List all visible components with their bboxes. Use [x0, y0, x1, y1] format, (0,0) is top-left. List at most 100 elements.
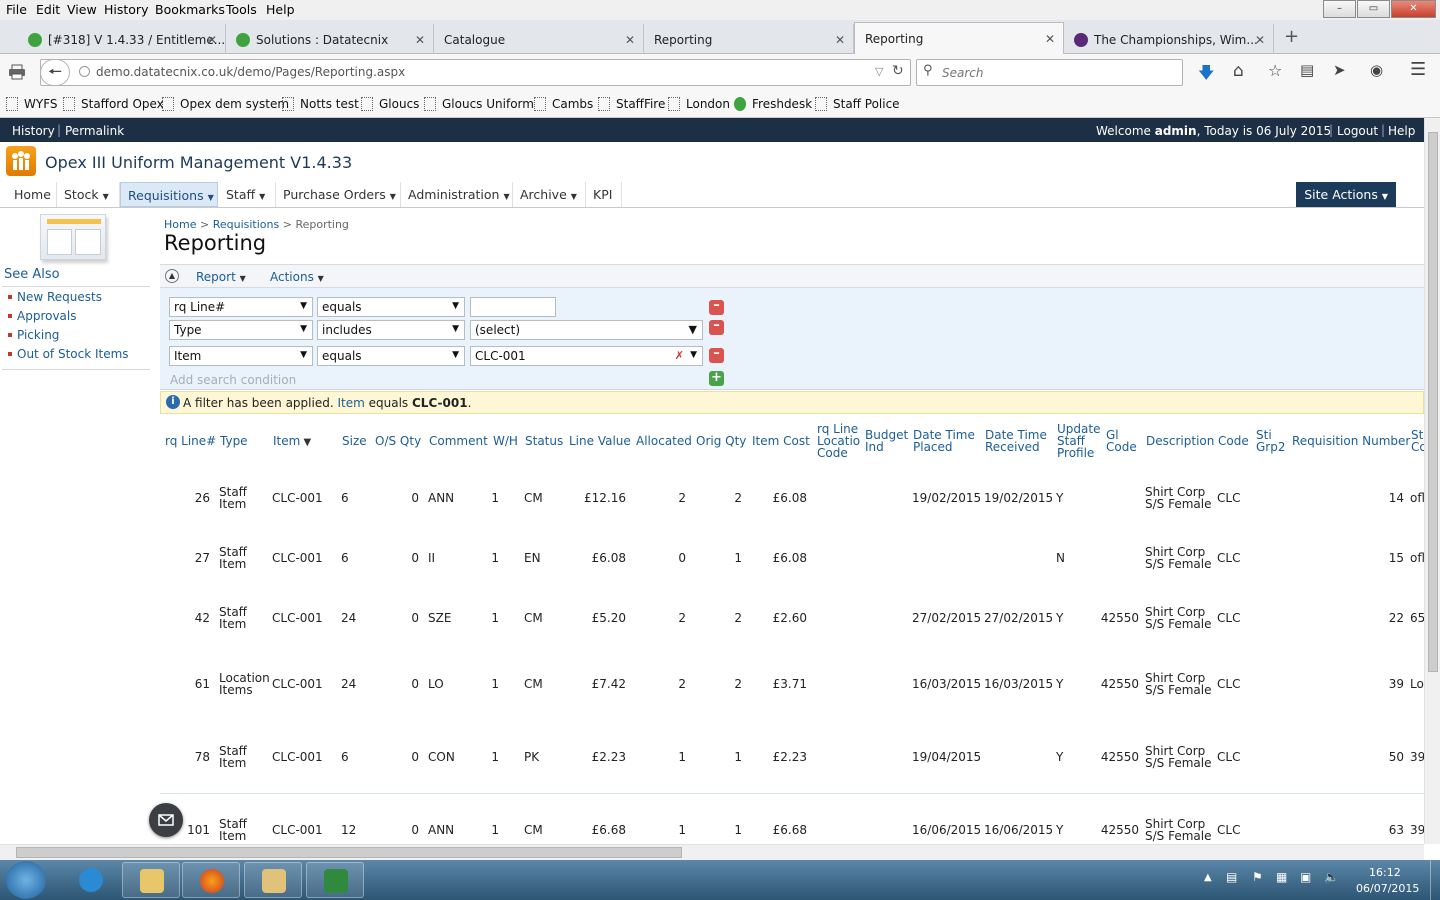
col-requisition-number[interactable]: Requisition Number: [1292, 435, 1410, 447]
nav-staff[interactable]: Staff ▼: [219, 182, 276, 207]
collapse-icon[interactable]: ▲: [165, 269, 179, 283]
new-requests-link[interactable]: New Requests: [8, 290, 102, 304]
vertical-scrollbar[interactable]: [1424, 118, 1440, 844]
nav-archive[interactable]: Archive ▼: [513, 182, 586, 207]
print-icon[interactable]: [8, 64, 26, 80]
tab-entitlement[interactable]: [#318] V 1.4.33 / Entitleme... ✕: [18, 24, 226, 54]
menu-help[interactable]: Help: [266, 2, 295, 17]
criteria-operator-select[interactable]: equals ▼: [317, 297, 465, 317]
criteria-value-select[interactable]: CLC-001 ✗ ▼: [470, 346, 703, 366]
bookmark-stafford-opex[interactable]: Stafford Opex: [63, 97, 164, 111]
horizontal-scrollbar[interactable]: [0, 844, 1424, 860]
url-text[interactable]: demo.datatecnix.co.uk/demo/Pages/Reporti…: [96, 65, 405, 79]
new-tab-button[interactable]: +: [1284, 26, 1299, 47]
menu-history[interactable]: History: [104, 2, 148, 17]
taskbar-explorer[interactable]: [122, 862, 180, 898]
chat-icon[interactable]: ◉: [1370, 61, 1383, 79]
close-icon[interactable]: ✕: [835, 33, 845, 47]
remove-condition-button[interactable]: –: [709, 299, 724, 315]
col-allocated[interactable]: Allocated: [636, 435, 692, 447]
criteria-field-select[interactable]: Type ▼: [169, 320, 313, 340]
menu-tools[interactable]: Tools: [226, 2, 257, 17]
close-icon[interactable]: ✕: [625, 33, 635, 47]
col-orig-qty[interactable]: Orig Qty: [696, 435, 746, 447]
menu-view[interactable]: View: [67, 2, 97, 17]
col-st-co[interactable]: St Co: [1411, 429, 1424, 453]
tab-reporting-active[interactable]: Reporting ✕: [854, 22, 1064, 55]
bookmark-london[interactable]: London: [668, 97, 730, 111]
volume-icon[interactable]: 🔈: [1324, 870, 1339, 884]
criteria-field-select[interactable]: Item ▼: [169, 346, 313, 366]
close-icon[interactable]: ✕: [415, 33, 425, 47]
menu-edit[interactable]: Edit: [36, 2, 60, 17]
col-line-value[interactable]: Line Value: [569, 435, 631, 447]
permalink-link[interactable]: Permalink: [65, 124, 124, 138]
add-condition-button[interactable]: +: [709, 371, 724, 386]
feedback-button[interactable]: [149, 803, 183, 837]
out-of-stock-link[interactable]: Out of Stock Items: [8, 347, 129, 361]
col-item[interactable]: Item ▼: [273, 435, 311, 449]
nav-administration[interactable]: Administration ▼: [401, 182, 513, 207]
clear-filter-icon[interactable]: ✗: [675, 349, 684, 362]
report-menu[interactable]: Report ▼: [196, 270, 246, 284]
criteria-value-select[interactable]: (select) ▼: [470, 320, 703, 340]
add-search-condition[interactable]: Add search condition: [170, 373, 296, 387]
bookmark-gloucs-uniform[interactable]: Gloucs Uniform: [424, 97, 534, 111]
history-link[interactable]: History: [12, 124, 55, 138]
tab-catalogue[interactable]: Catalogue ✕: [434, 24, 644, 54]
taskbar-excel[interactable]: [306, 862, 364, 898]
nav-requisitions[interactable]: Requisitions ▼: [120, 182, 218, 207]
windows-icon[interactable]: ▦: [1276, 870, 1287, 884]
minimize-button[interactable]: –: [1323, 0, 1356, 18]
close-icon[interactable]: ✕: [1255, 33, 1265, 47]
star-icon[interactable]: ☆: [1268, 61, 1282, 80]
tab-reporting[interactable]: Reporting ✕: [644, 24, 854, 54]
col-description[interactable]: Description: [1146, 435, 1214, 447]
logout-link[interactable]: Logout: [1337, 124, 1378, 138]
breadcrumb-home[interactable]: Home: [164, 218, 196, 231]
bookmark-cambs[interactable]: Cambs: [534, 97, 593, 111]
tray-icon[interactable]: ▤: [1226, 870, 1237, 884]
col-update-staff-profile[interactable]: Update Staff Profile: [1057, 423, 1101, 459]
search-input[interactable]: ⚲ Search: [916, 59, 1183, 86]
start-button[interactable]: [6, 861, 46, 899]
home-icon[interactable]: ⌂: [1233, 61, 1244, 81]
bookmark-opex-dem[interactable]: Opex dem system: [162, 97, 289, 111]
nav-stock[interactable]: Stock ▼: [57, 182, 120, 207]
download-icon[interactable]: 🡇: [1198, 62, 1214, 89]
url-bar[interactable]: 🠔 demo.datatecnix.co.uk/demo/Pages/Repor…: [40, 59, 911, 86]
scroll-thumb[interactable]: [16, 847, 682, 858]
col-rq-line-location[interactable]: rq Line Locatio Code: [817, 423, 861, 459]
menu-bookmarks[interactable]: Bookmarks: [155, 2, 225, 17]
bookmark-wyfs[interactable]: WYFS: [6, 97, 58, 111]
filter-icon[interactable]: ▼: [300, 437, 312, 448]
col-date-placed[interactable]: Date Time Placed: [913, 429, 979, 453]
filter-icon[interactable]: ▼: [689, 323, 697, 336]
col-item-cost[interactable]: Item Cost: [752, 435, 810, 447]
taskbar-outlook[interactable]: [244, 862, 302, 898]
tab-championships[interactable]: The Championships, Wim... ✕: [1064, 24, 1274, 54]
approvals-link[interactable]: Approvals: [8, 309, 77, 323]
remove-condition-button[interactable]: –: [709, 319, 724, 335]
criteria-value-input[interactable]: [470, 297, 556, 317]
dropdown-icon[interactable]: ▽: [875, 65, 883, 78]
clock-time[interactable]: 16:12: [1369, 866, 1401, 879]
close-icon[interactable]: ✕: [1045, 32, 1055, 46]
reading-list-icon[interactable]: ▤: [1300, 61, 1314, 79]
col-os-qty[interactable]: O/S Qty: [375, 435, 421, 447]
criteria-field-select[interactable]: rq Line# ▼: [169, 297, 313, 317]
bookmark-gloucs[interactable]: Gloucs: [361, 97, 419, 111]
maximize-button[interactable]: ▭: [1357, 0, 1390, 18]
send-icon[interactable]: ➤: [1333, 61, 1346, 79]
back-icon[interactable]: 🠔: [40, 59, 70, 86]
bookmark-freshdesk[interactable]: Freshdesk: [734, 97, 812, 111]
remove-condition-button[interactable]: –: [709, 347, 724, 363]
tray-expand-icon[interactable]: ▲: [1204, 872, 1212, 883]
col-date-received[interactable]: Date Time Received: [985, 429, 1051, 453]
reload-icon[interactable]: ↻: [892, 63, 904, 79]
col-gl-code[interactable]: Gl Code: [1106, 429, 1138, 453]
criteria-operator-select[interactable]: equals ▼: [317, 346, 465, 366]
criteria-operator-select[interactable]: includes ▼: [317, 320, 465, 340]
nav-kpi[interactable]: KPI: [586, 182, 622, 207]
taskbar-ie[interactable]: [62, 862, 120, 898]
